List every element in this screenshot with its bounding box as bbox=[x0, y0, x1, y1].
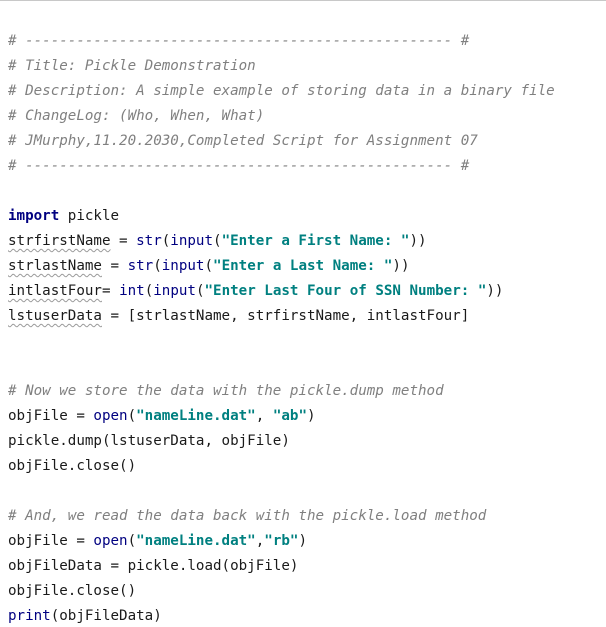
string-literal: "rb" bbox=[264, 533, 299, 549]
builtin-str: str bbox=[136, 233, 162, 249]
code-line-open-append: objFile = open("nameLine.dat", "ab") bbox=[8, 408, 316, 424]
builtin-print: print bbox=[8, 608, 51, 624]
string-literal: "nameLine.dat" bbox=[136, 533, 256, 549]
builtin-open: open bbox=[93, 408, 128, 424]
variable-strfirstname: strfirstName bbox=[8, 233, 111, 249]
code-line-close-2: objFile.close() bbox=[8, 583, 137, 599]
comment-store: # Now we store the data with the pickle.… bbox=[8, 383, 444, 399]
code-line-close-1: objFile.close() bbox=[8, 458, 137, 474]
code-line-load: objFileData = pickle.load(objFile) bbox=[8, 558, 299, 574]
builtin-int: int bbox=[119, 283, 145, 299]
code-line-last-four: intlastFour= int(input("Enter Last Four … bbox=[8, 283, 504, 299]
code-line-first-name: strfirstName = str(input("Enter a First … bbox=[8, 233, 427, 249]
builtin-str: str bbox=[127, 258, 154, 274]
comment-changelog-entry: # JMurphy,11.20.2030,Completed Script fo… bbox=[8, 133, 478, 149]
comment-description: # Description: A simple example of stori… bbox=[8, 83, 555, 99]
code-line-open-read: objFile = open("nameLine.dat","rb") bbox=[8, 533, 307, 549]
comment-changelog: # ChangeLog: (Who, When, What) bbox=[8, 108, 265, 124]
import-module: pickle bbox=[59, 208, 120, 224]
builtin-open: open bbox=[93, 533, 128, 549]
code-line-dump: pickle.dump(lstuserData, objFile) bbox=[8, 433, 290, 449]
code-editor[interactable]: # --------------------------------------… bbox=[0, 0, 606, 627]
builtin-input: input bbox=[170, 233, 214, 249]
builtin-input: input bbox=[161, 258, 205, 274]
code-line-user-data: lstuserData = [strlastName, strfirstName… bbox=[8, 308, 470, 324]
comment-rule-top: # --------------------------------------… bbox=[8, 33, 470, 49]
string-literal: "ab" bbox=[272, 408, 307, 424]
comment-rule-bottom: # --------------------------------------… bbox=[8, 158, 470, 174]
keyword-import: import bbox=[8, 208, 60, 224]
string-literal: "Enter a Last Name: " bbox=[213, 258, 393, 274]
variable-lstuserdata: lstuserData bbox=[8, 308, 102, 324]
comment-read: # And, we read the data back with the pi… bbox=[8, 508, 487, 524]
string-literal: "Enter Last Four of SSN Number: " bbox=[204, 283, 487, 299]
code-line-last-name: strlastName = str(input("Enter a Last Na… bbox=[8, 258, 410, 274]
variable-intlastfour: intlastFour bbox=[8, 283, 102, 299]
builtin-input: input bbox=[153, 283, 196, 299]
comment-title: # Title: Pickle Demonstration bbox=[8, 58, 256, 74]
code-line-import: import pickle bbox=[8, 206, 119, 226]
string-literal: "Enter a First Name: " bbox=[221, 233, 410, 249]
code-line-print: print(objFileData) bbox=[8, 608, 162, 624]
string-literal: "nameLine.dat" bbox=[136, 408, 256, 424]
variable-strlastname: strlastName bbox=[8, 258, 102, 274]
